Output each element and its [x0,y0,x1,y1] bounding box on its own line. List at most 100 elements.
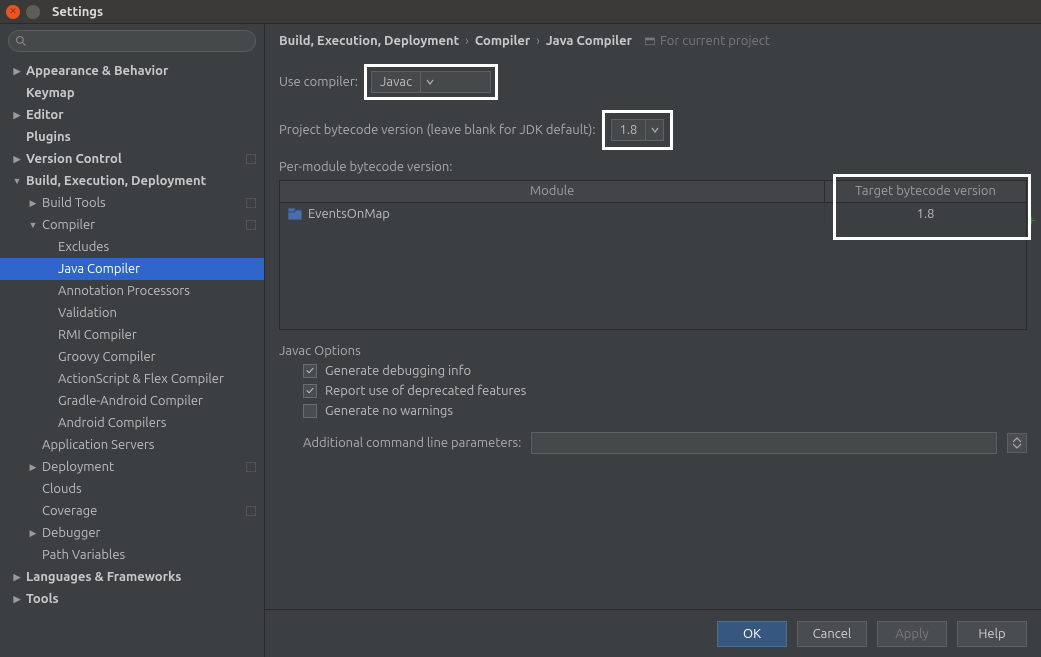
sidebar-item-label: Version Control [26,152,122,166]
window-minimize-icon[interactable] [26,5,40,19]
sidebar-item-plugins[interactable]: Plugins [0,126,264,148]
ok-button[interactable]: OK [717,621,787,647]
sidebar-item-label: Editor [26,108,64,122]
crumb-sep: › [465,34,469,48]
search-input-wrap[interactable] [8,30,256,52]
sidebar-item-excludes[interactable]: Excludes [0,236,264,258]
sidebar-item-label: Clouds [42,482,82,496]
window-close-icon[interactable]: ✕ [6,5,20,19]
chk-generate-nowarn[interactable]: Generate no warnings [303,404,1027,418]
sidebar-item-label: Annotation Processors [58,284,190,298]
per-module-table[interactable]: Module Target bytecode version EventsOnM… [279,180,1027,330]
project-scope-icon [246,220,256,230]
module-icon [288,208,302,220]
tree-arrow-icon: ▶ [12,154,22,165]
sidebar-item-tools[interactable]: ▶Tools [0,588,264,610]
chevron-down-icon [645,120,663,140]
expand-icon [1011,437,1023,449]
chk-report-deprecated[interactable]: Report use of deprecated features [303,384,1027,398]
add-row-icon[interactable]: + [1027,211,1036,229]
titlebar: ✕ Settings [0,0,1041,24]
crumb-c: Java Compiler [546,34,632,48]
use-compiler-label: Use compiler: [279,75,358,89]
sidebar-item-java-compiler[interactable]: Java Compiler [0,258,264,280]
checkbox-icon [303,384,317,398]
sidebar-item-build-tools[interactable]: ▶Build Tools [0,192,264,214]
sidebar-item-coverage[interactable]: Coverage [0,500,264,522]
sidebar-item-gradle-android-compiler[interactable]: Gradle-Android Compiler [0,390,264,412]
col-module[interactable]: Module [280,181,825,202]
sidebar-item-build-execution-deployment[interactable]: ▼ Build, Execution, Deployment [0,170,264,192]
sidebar-item-actionscript-flex-compiler[interactable]: ActionScript & Flex Compiler [0,368,264,390]
sidebar-item-groovy-compiler[interactable]: Groovy Compiler [0,346,264,368]
chk-generate-nowarn-label: Generate no warnings [325,404,453,418]
dialog-footer: OK Cancel Apply Help [265,609,1041,657]
sidebar-item-appearance-behavior[interactable]: ▶Appearance & Behavior [0,60,264,82]
sidebar-item-languages-frameworks[interactable]: ▶ Languages & Frameworks [0,566,264,588]
addl-params-input[interactable] [531,432,997,454]
chk-generate-debug[interactable]: Generate debugging info [303,364,1027,378]
highlight-use-compiler: Javac [364,64,498,100]
chk-report-deprecated-label: Report use of deprecated features [325,384,526,398]
sidebar-item-deployment[interactable]: ▶ Deployment [0,456,264,478]
table-row[interactable]: EventsOnMap1.8 [280,203,1026,225]
sidebar-item-label: Groovy Compiler [58,350,156,364]
cancel-button[interactable]: Cancel [797,621,867,647]
sidebar-item-label: Build, Execution, Deployment [26,174,206,188]
tree-arrow-icon: ▼ [12,176,22,186]
help-button[interactable]: Help [957,621,1027,647]
project-bytecode-value: 1.8 [612,123,646,137]
tree-arrow-icon: ▶ [28,198,38,209]
tree-arrow-icon: ▶ [12,572,22,583]
sidebar-item-label: Application Servers [42,438,154,452]
sidebar-item-keymap[interactable]: Keymap [0,82,264,104]
sidebar-item-label: Excludes [58,240,109,254]
cell-target[interactable]: 1.8 [825,203,1026,225]
crumb-b[interactable]: Compiler [475,34,530,48]
highlight-project-bytecode: 1.8 [602,110,674,150]
use-compiler-combo[interactable]: Javac [371,71,491,93]
sidebar-item-label: Validation [58,306,117,320]
sidebar-item-label: Languages & Frameworks [26,570,181,584]
use-compiler-value: Javac [372,75,420,89]
sidebar-item-debugger[interactable]: ▶Debugger [0,522,264,544]
sidebar-item-label: Coverage [42,504,97,518]
for-current-project-hint: For current project [644,34,770,48]
sidebar-item-application-servers[interactable]: Application Servers [0,434,264,456]
addl-params-label: Additional command line parameters: [303,436,521,450]
sidebar-item-label: Deployment [42,460,114,474]
crumb-sep: › [536,34,540,48]
tree-arrow-icon: ▶ [12,110,22,121]
cell-module: EventsOnMap [280,203,825,225]
chevron-down-icon [420,72,438,92]
tree-arrow-icon: ▶ [28,528,38,539]
col-target[interactable]: Target bytecode version [825,181,1026,202]
checkbox-icon [303,404,317,418]
sidebar-item-editor[interactable]: ▶ Editor [0,104,264,126]
apply-button[interactable]: Apply [877,621,947,647]
checkbox-icon [303,364,317,378]
settings-tree[interactable]: ▶Appearance & BehaviorKeymap▶EditorPlugi… [0,58,264,657]
sidebar-item-version-control[interactable]: ▶ Version Control [0,148,264,170]
sidebar-item-path-variables[interactable]: Path Variables [0,544,264,566]
sidebar-item-label: Android Compilers [58,416,166,430]
project-scope-icon [246,198,256,208]
sidebar-item-label: Plugins [26,130,71,144]
search-input[interactable] [31,34,249,48]
sidebar-item-android-compilers[interactable]: Android Compilers [0,412,264,434]
sidebar-item-label: Gradle-Android Compiler [58,394,203,408]
tree-arrow-icon: ▶ [28,462,38,473]
sidebar-item-clouds[interactable]: Clouds [0,478,264,500]
project-bytecode-label: Project bytecode version (leave blank fo… [279,123,596,137]
project-bytecode-combo[interactable]: 1.8 [611,119,665,141]
crumb-a[interactable]: Build, Execution, Deployment [279,34,459,48]
sidebar-item-label: Appearance & Behavior [26,64,168,78]
sidebar-item-compiler[interactable]: ▼Compiler [0,214,264,236]
sidebar-item-validation[interactable]: Validation [0,302,264,324]
tree-arrow-icon: ▶ [12,594,22,605]
settings-main: Build, Execution, Deployment › Compiler … [265,24,1041,657]
expand-field-button[interactable] [1007,433,1027,453]
sidebar-item-label: ActionScript & Flex Compiler [58,372,224,386]
sidebar-item-rmi-compiler[interactable]: RMI Compiler [0,324,264,346]
sidebar-item-annotation-processors[interactable]: Annotation Processors [0,280,264,302]
